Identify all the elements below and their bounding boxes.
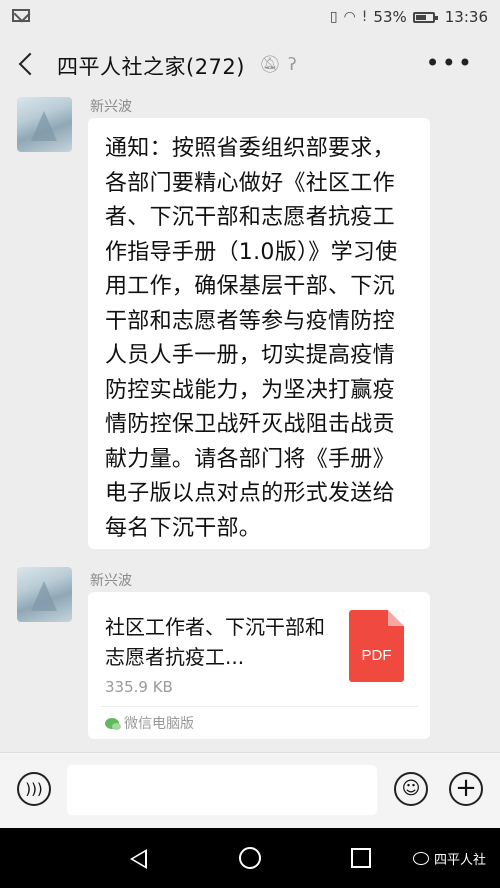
alert-icon: !	[361, 9, 368, 25]
message-text: 通知：按照省委组织部要求，各部门要精心做好《社区工作者、下沉干部和志愿者抗疫工作…	[105, 136, 398, 541]
vibrate-icon: ▯	[329, 9, 338, 25]
watermark: 四平人社	[412, 849, 486, 868]
status-right: ▯ ◠ ! 53% 13:36	[330, 8, 488, 26]
sender-avatar[interactable]	[17, 567, 72, 622]
nav-home-icon[interactable]	[239, 847, 261, 869]
file-message[interactable]: 社区工作者、下沉干部和志愿者抗疫工... 335.9 KB PDF 微信电脑版	[88, 592, 430, 739]
mute-bell-icon: 🔕︎	[259, 55, 281, 75]
nav-back-icon[interactable]	[130, 849, 147, 869]
back-icon[interactable]	[14, 52, 40, 78]
ear-icon: ʔ	[288, 55, 297, 75]
file-size: 335.9 KB	[105, 678, 173, 696]
more-icon[interactable]: •••	[426, 49, 474, 77]
file-source-label: 微信电脑版	[124, 716, 194, 732]
sender-name: 新兴波	[90, 573, 132, 589]
status-time: 13:36	[444, 8, 488, 26]
pdf-file-icon: PDF	[349, 610, 404, 682]
divider	[100, 706, 418, 707]
emoji-icon[interactable]: ☺	[394, 772, 428, 806]
nav-recent-icon[interactable]	[351, 848, 371, 868]
system-nav-bar: 四平人社	[0, 828, 500, 888]
wechat-icon	[105, 717, 121, 730]
battery-percent: 53%	[373, 8, 407, 26]
battery-icon	[412, 11, 438, 23]
wifi-icon: ◠	[343, 9, 356, 25]
wechat-watermark-icon	[412, 852, 429, 865]
file-source: 微信电脑版	[105, 713, 194, 733]
voice-icon[interactable]: )))	[17, 772, 51, 806]
file-name: 社区工作者、下沉干部和志愿者抗疫工...	[105, 615, 325, 669]
pdf-label: PDF	[361, 647, 392, 664]
chat-title: 四平人社之家(272)	[57, 55, 245, 79]
status-bar: ▯ ◠ ! 53% 13:36	[0, 0, 500, 34]
message-input[interactable]	[67, 765, 377, 815]
watermark-text: 四平人社	[433, 853, 486, 868]
chat-header: 四平人社之家(272) 🔕︎ ʔ •••	[0, 34, 500, 96]
mail-icon	[12, 9, 30, 22]
sender-avatar[interactable]	[17, 97, 72, 152]
plus-icon[interactable]: +	[449, 772, 483, 806]
input-bar: ))) ☺ +	[0, 752, 500, 828]
sender-name: 新兴波	[90, 99, 132, 115]
message-bubble[interactable]: 通知：按照省委组织部要求，各部门要精心做好《社区工作者、下沉干部和志愿者抗疫工作…	[88, 118, 430, 549]
